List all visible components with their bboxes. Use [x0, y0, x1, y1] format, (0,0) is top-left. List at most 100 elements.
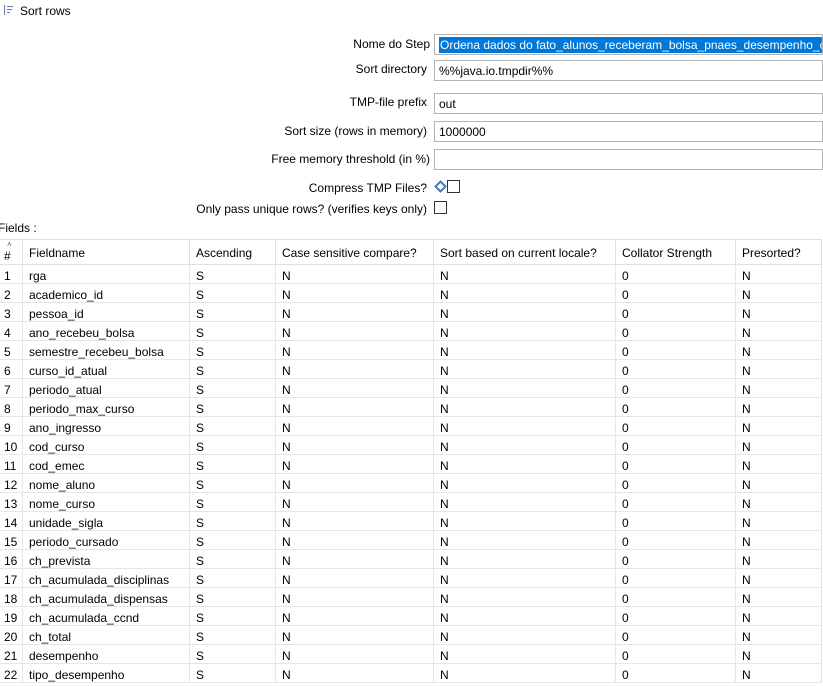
cell-case-sensitive[interactable]: N	[276, 569, 434, 588]
cell-locale[interactable]: N	[434, 455, 616, 474]
cell-locale[interactable]: N	[434, 588, 616, 607]
cell-presorted[interactable]: N	[736, 531, 822, 550]
cell-fieldname[interactable]: ch_acumulada_disciplinas	[23, 569, 190, 588]
cell-presorted[interactable]: N	[736, 284, 822, 303]
cell-locale[interactable]: N	[434, 512, 616, 531]
cell-locale[interactable]: N	[434, 436, 616, 455]
cell-presorted[interactable]: N	[736, 341, 822, 360]
cell-fieldname[interactable]: ch_acumulada_dispensas	[23, 588, 190, 607]
table-row[interactable]: 1 rga S N N 0 N	[0, 265, 823, 284]
cell-collator-strength[interactable]: 0	[616, 322, 736, 341]
cell-locale[interactable]: N	[434, 493, 616, 512]
cell-ascending[interactable]: S	[190, 436, 276, 455]
cell-ascending[interactable]: S	[190, 284, 276, 303]
cell-ascending[interactable]: S	[190, 455, 276, 474]
cell-case-sensitive[interactable]: N	[276, 474, 434, 493]
table-row[interactable]: 5 semestre_recebeu_bolsa S N N 0 N	[0, 341, 823, 360]
cell-collator-strength[interactable]: 0	[616, 493, 736, 512]
cell-presorted[interactable]: N	[736, 474, 822, 493]
cell-fieldname[interactable]: periodo_atual	[23, 379, 190, 398]
cell-fieldname[interactable]: desempenho	[23, 645, 190, 664]
unique-rows-checkbox[interactable]	[434, 201, 447, 214]
cell-locale[interactable]: N	[434, 322, 616, 341]
column-header-collator-strength[interactable]: Collator Strength	[616, 239, 736, 265]
cell-locale[interactable]: N	[434, 474, 616, 493]
column-header-fieldname[interactable]: Fieldname	[23, 239, 190, 265]
cell-case-sensitive[interactable]: N	[276, 645, 434, 664]
cell-ascending[interactable]: S	[190, 645, 276, 664]
cell-presorted[interactable]: N	[736, 607, 822, 626]
cell-collator-strength[interactable]: 0	[616, 417, 736, 436]
cell-case-sensitive[interactable]: N	[276, 436, 434, 455]
cell-ascending[interactable]: S	[190, 664, 276, 683]
cell-fieldname[interactable]: cod_emec	[23, 455, 190, 474]
cell-collator-strength[interactable]: 0	[616, 607, 736, 626]
column-header-case-sensitive[interactable]: Case sensitive compare?	[276, 239, 434, 265]
cell-case-sensitive[interactable]: N	[276, 398, 434, 417]
table-row[interactable]: 12 nome_aluno S N N 0 N	[0, 474, 823, 493]
cell-ascending[interactable]: S	[190, 588, 276, 607]
cell-ascending[interactable]: S	[190, 398, 276, 417]
cell-ascending[interactable]: S	[190, 569, 276, 588]
cell-collator-strength[interactable]: 0	[616, 455, 736, 474]
cell-ascending[interactable]: S	[190, 626, 276, 645]
cell-case-sensitive[interactable]: N	[276, 493, 434, 512]
tmp-prefix-input[interactable]: out	[434, 93, 823, 114]
cell-case-sensitive[interactable]: N	[276, 379, 434, 398]
cell-fieldname[interactable]: cod_curso	[23, 436, 190, 455]
cell-case-sensitive[interactable]: N	[276, 303, 434, 322]
cell-ascending[interactable]: S	[190, 512, 276, 531]
cell-case-sensitive[interactable]: N	[276, 417, 434, 436]
cell-case-sensitive[interactable]: N	[276, 664, 434, 683]
cell-case-sensitive[interactable]: N	[276, 284, 434, 303]
table-row[interactable]: 20 ch_total S N N 0 N	[0, 626, 823, 645]
cell-locale[interactable]: N	[434, 284, 616, 303]
free-memory-input[interactable]	[434, 149, 823, 170]
cell-ascending[interactable]: S	[190, 360, 276, 379]
cell-ascending[interactable]: S	[190, 493, 276, 512]
table-row[interactable]: 9 ano_ingresso S N N 0 N	[0, 417, 823, 436]
cell-ascending[interactable]: S	[190, 474, 276, 493]
cell-case-sensitive[interactable]: N	[276, 512, 434, 531]
cell-case-sensitive[interactable]: N	[276, 265, 434, 284]
cell-fieldname[interactable]: curso_id_atual	[23, 360, 190, 379]
cell-fieldname[interactable]: ch_total	[23, 626, 190, 645]
cell-presorted[interactable]: N	[736, 645, 822, 664]
cell-collator-strength[interactable]: 0	[616, 512, 736, 531]
table-row[interactable]: 3 pessoa_id S N N 0 N	[0, 303, 823, 322]
cell-ascending[interactable]: S	[190, 417, 276, 436]
cell-collator-strength[interactable]: 0	[616, 626, 736, 645]
cell-case-sensitive[interactable]: N	[276, 550, 434, 569]
cell-fieldname[interactable]: ano_recebeu_bolsa	[23, 322, 190, 341]
cell-ascending[interactable]: S	[190, 303, 276, 322]
cell-collator-strength[interactable]: 0	[616, 303, 736, 322]
table-row[interactable]: 11 cod_emec S N N 0 N	[0, 455, 823, 474]
cell-presorted[interactable]: N	[736, 436, 822, 455]
cell-collator-strength[interactable]: 0	[616, 398, 736, 417]
cell-locale[interactable]: N	[434, 607, 616, 626]
cell-collator-strength[interactable]: 0	[616, 474, 736, 493]
table-row[interactable]: 4 ano_recebeu_bolsa S N N 0 N	[0, 322, 823, 341]
cell-collator-strength[interactable]: 0	[616, 360, 736, 379]
cell-presorted[interactable]: N	[736, 360, 822, 379]
column-header-ascending[interactable]: Ascending	[190, 239, 276, 265]
sort-directory-input[interactable]: %%java.io.tmpdir%%	[434, 60, 823, 81]
table-row[interactable]: 18 ch_acumulada_dispensas S N N 0 N	[0, 588, 823, 607]
table-row[interactable]: 2 academico_id S N N 0 N	[0, 284, 823, 303]
cell-case-sensitive[interactable]: N	[276, 607, 434, 626]
table-row[interactable]: 16 ch_prevista S N N 0 N	[0, 550, 823, 569]
cell-presorted[interactable]: N	[736, 588, 822, 607]
cell-collator-strength[interactable]: 0	[616, 265, 736, 284]
cell-fieldname[interactable]: ano_ingresso	[23, 417, 190, 436]
cell-collator-strength[interactable]: 0	[616, 284, 736, 303]
table-row[interactable]: 15 periodo_cursado S N N 0 N	[0, 531, 823, 550]
cell-locale[interactable]: N	[434, 626, 616, 645]
cell-presorted[interactable]: N	[736, 417, 822, 436]
cell-presorted[interactable]: N	[736, 265, 822, 284]
cell-collator-strength[interactable]: 0	[616, 569, 736, 588]
cell-locale[interactable]: N	[434, 341, 616, 360]
table-row[interactable]: 19 ch_acumulada_ccnd S N N 0 N	[0, 607, 823, 626]
cell-locale[interactable]: N	[434, 531, 616, 550]
cell-fieldname[interactable]: periodo_cursado	[23, 531, 190, 550]
table-row[interactable]: 13 nome_curso S N N 0 N	[0, 493, 823, 512]
